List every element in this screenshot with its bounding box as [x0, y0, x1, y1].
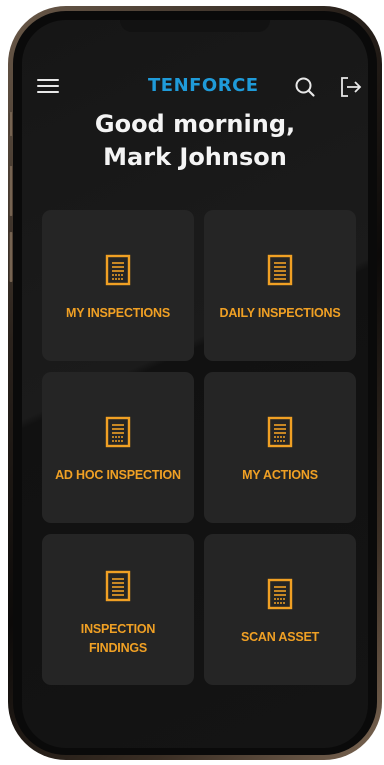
document-icon: [267, 416, 293, 448]
tile-label: MY INSPECTIONS: [66, 306, 170, 320]
document-icon: [105, 416, 131, 448]
greeting: Good morning, Mark Johnson: [22, 108, 368, 174]
tile-scan-asset[interactable]: SCAN ASSET: [204, 534, 356, 685]
user-name: Mark Johnson: [103, 143, 287, 171]
tile-my-actions[interactable]: MY ACTIONS: [204, 372, 356, 523]
notch: [120, 20, 270, 32]
greeting-line: Good morning,: [94, 110, 296, 138]
tile-label: MY ACTIONS: [242, 468, 318, 482]
document-icon: [267, 254, 293, 286]
tile-label-line: INSPECTION: [80, 622, 156, 636]
tile-daily-inspections[interactable]: DAILY INSPECTIONS: [204, 210, 356, 361]
volume-up-button: [9, 166, 13, 216]
hamburger-menu-icon[interactable]: [37, 78, 59, 94]
tile-label: DAILY INSPECTIONS: [219, 306, 341, 320]
tile-label-line: FINDINGS: [88, 641, 148, 655]
document-icon: [105, 570, 131, 602]
brand-logo: TENFORCE: [148, 75, 259, 96]
tile-inspection-findings[interactable]: INSPECTION FINDINGS: [42, 534, 194, 685]
side-button: [9, 112, 13, 136]
logout-icon[interactable]: [339, 76, 363, 98]
document-icon: [105, 254, 131, 286]
tile-label: INSPECTION FINDINGS: [46, 620, 190, 658]
tile-label: SCAN ASSET: [240, 630, 320, 644]
tile-label: AD HOC INSPECTION: [55, 468, 181, 482]
app-screen: TENFORCE Good morning, Mark Johnson MY I…: [22, 20, 368, 748]
top-bar: TENFORCE: [22, 74, 368, 100]
document-icon: [267, 578, 293, 610]
volume-down-button: [9, 232, 13, 282]
search-icon[interactable]: [294, 76, 316, 98]
tile-ad-hoc-inspection[interactable]: AD HOC INSPECTION: [42, 372, 194, 523]
tile-my-inspections[interactable]: MY INSPECTIONS: [42, 210, 194, 361]
